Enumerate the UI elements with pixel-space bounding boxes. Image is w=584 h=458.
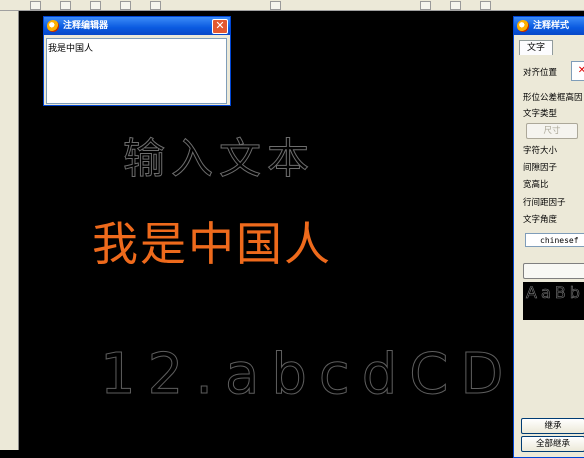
canvas-annotation-chinese[interactable]: 我是中国人 [92, 208, 332, 274]
inherit-button[interactable]: 继承 [521, 418, 584, 434]
toolbar-icon[interactable] [150, 1, 161, 10]
canvas-annotation-sample[interactable]: 12.abcdCD [99, 342, 513, 408]
toolbar-icon[interactable] [120, 1, 131, 10]
toolbar-icon[interactable] [90, 1, 101, 10]
canvas-annotation-input-text[interactable]: 输入文本 [122, 125, 315, 186]
top-toolbar [0, 0, 584, 11]
gdt-frame-height-label: 形位公差框高因 [523, 93, 583, 103]
text-angle-label: 文字角度 [523, 215, 558, 225]
toolbar-icon[interactable] [480, 1, 491, 10]
font-preview: AaBb [523, 282, 584, 320]
tab-text[interactable]: 文字 [519, 40, 553, 55]
app-icon [517, 20, 529, 32]
annotation-editor-dialog: 注释编辑器 ✕ 我是中国人 [43, 16, 231, 106]
text-type-label: 文字类型 [523, 109, 558, 119]
left-panel-strip [0, 11, 19, 450]
annotation-text-input[interactable]: 我是中国人 [46, 38, 227, 104]
annotation-style-dialog: 注释样式 文字 对齐位置 ✕ 形位公差框高因 文字类型 尺寸 字符大小 间隙因子… [513, 16, 584, 458]
char-size-label: 字符大小 [523, 146, 558, 156]
app-icon [47, 20, 59, 32]
align-label: 对齐位置 [523, 68, 558, 78]
aspect-ratio-label: 宽高比 [523, 180, 549, 190]
close-icon[interactable]: ✕ [212, 19, 228, 34]
align-position-icon[interactable]: ✕ [571, 61, 584, 81]
toolbar-icon[interactable] [420, 1, 431, 10]
gap-factor-label: 间隙因子 [523, 163, 558, 173]
toolbar-icon[interactable] [450, 1, 461, 10]
annotation-editor-title: 注释编辑器 [63, 21, 109, 31]
annotation-style-title: 注释样式 [533, 21, 570, 31]
annotation-style-titlebar[interactable]: 注释样式 [514, 17, 584, 35]
font-select[interactable]: chinesef [525, 233, 584, 247]
toolbar-icon[interactable] [270, 1, 281, 10]
line-spacing-label: 行间距因子 [523, 198, 566, 208]
font-button[interactable] [523, 263, 584, 279]
size-button[interactable]: 尺寸 [526, 123, 578, 139]
toolbar-icon[interactable] [30, 1, 41, 10]
toolbar-icon[interactable] [60, 1, 71, 10]
annotation-editor-titlebar[interactable]: 注释编辑器 ✕ [44, 17, 230, 35]
